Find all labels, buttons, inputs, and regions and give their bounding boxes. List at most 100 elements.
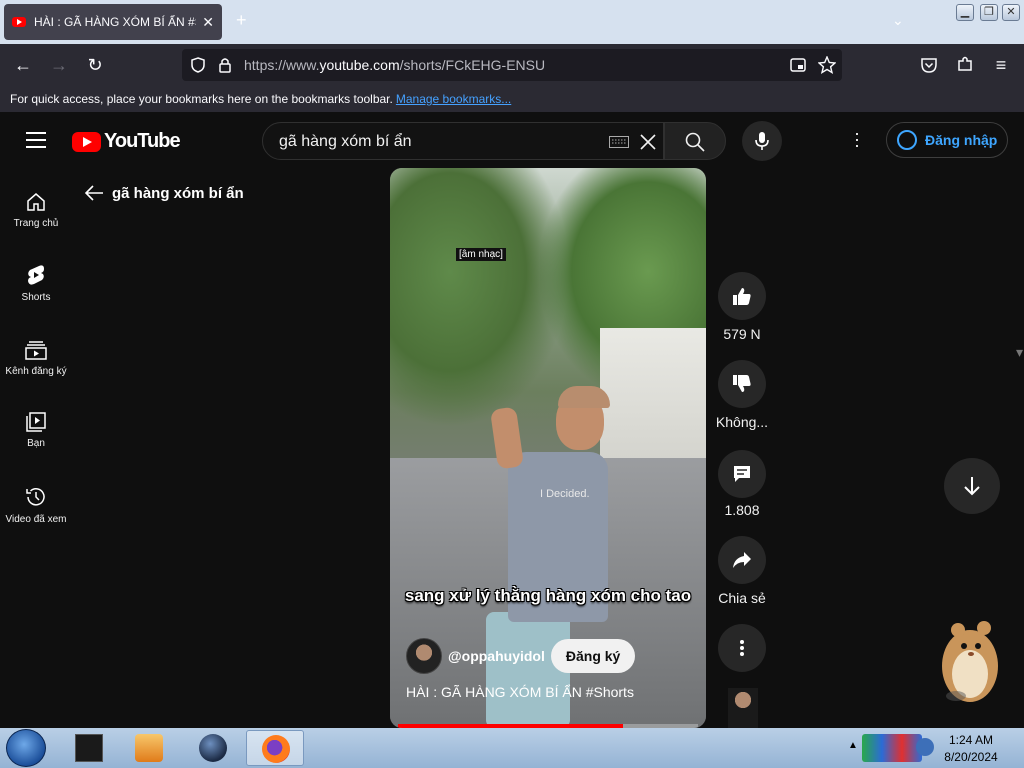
channel-row: @oppahuyidol Đăng ký [406,638,636,674]
home-icon [27,193,45,211]
bookmark-star-icon[interactable] [818,56,836,74]
like-count: 579 N [723,326,761,342]
browser-tab[interactable]: HÀI : GÃ HÀNG XÓM BÍ ẨN #Sh ✕ [4,4,222,40]
tab-close-icon[interactable]: ✕ [202,14,214,31]
channel-avatar[interactable] [406,638,442,674]
taskbar-app-media-player[interactable] [120,730,178,766]
sidebar-item-label: Trang chủ [13,218,59,229]
guide-menu-icon[interactable] [26,132,46,148]
minimize-button[interactable]: ▁ [956,4,974,21]
sidebar-item-label: Video đã xem [5,514,67,525]
new-tab-icon[interactable]: + [236,10,247,31]
sound-channel-thumbnail[interactable] [728,688,758,728]
subscriptions-icon [25,341,47,360]
comment-icon [734,466,750,482]
thumbs-down-icon [733,375,751,392]
youtube-favicon-icon [12,17,26,27]
sidebar-item-shorts[interactable]: Shorts [0,264,72,303]
sidebar-item-home[interactable]: Trang chủ [0,192,72,229]
tab-title: HÀI : GÃ HÀNG XÓM BÍ ẨN #Sh [34,15,197,29]
taskbar: ▲ 1:24 AM 8/20/2024 [0,728,1024,768]
logo-text: YouTube [104,130,181,152]
sidebar-item-subscriptions[interactable]: Kênh đăng ký [0,340,72,377]
account-icon [897,130,917,150]
media-player-icon [135,734,163,762]
hamster-sticker-icon [942,621,998,702]
music-caption-tag: [âm nhạc] [456,248,506,261]
clock-time[interactable]: 1:24 AM [926,733,1016,747]
sign-in-button[interactable]: Đăng nhập [886,122,1008,158]
search-icon [685,132,705,152]
taskbar-app-firefox[interactable] [246,730,304,766]
close-window-button[interactable]: ✕ [1002,4,1020,21]
comments-button[interactable] [718,450,766,498]
reload-icon[interactable]: ↻ [82,52,108,78]
browser-tab-strip: HÀI : GÃ HÀNG XÓM BÍ ẨN #Sh ✕ + ⌄ ▁ ❐ ✕ [0,0,1024,44]
video-frame-person [558,386,610,408]
taskbar-app-terminal[interactable] [60,730,118,766]
lock-icon[interactable] [218,57,232,73]
sidebar-item-label: Bạn [27,438,45,449]
url-text[interactable]: https://www.youtube.com/shorts/FCkEHG-EN… [244,57,545,73]
address-bar[interactable]: https://www.youtube.com/shorts/FCkEHG-EN… [182,49,842,81]
subscribe-button[interactable]: Đăng ký [550,639,636,673]
voice-search-button[interactable] [742,121,782,161]
comment-count: 1.808 [724,502,760,518]
restore-button[interactable]: ❐ [980,4,998,21]
forward-arrow-icon[interactable]: → [46,52,72,78]
taskbar-app-globe[interactable] [184,730,242,766]
clock-date[interactable]: 8/20/2024 [926,750,1016,764]
like-button[interactable] [718,272,766,320]
more-vertical-icon [740,640,744,656]
dislike-label: Không... [715,414,769,430]
shorts-video-player[interactable]: I Decided. [âm nhạc] sang xử lý thằng hà… [390,168,706,728]
sidebar-item-you[interactable]: Bạn [0,412,72,449]
bookmarks-message: For quick access, place your bookmarks h… [10,92,393,106]
back-arrow-icon[interactable] [84,184,104,202]
pocket-icon[interactable] [920,56,938,74]
more-options-icon[interactable]: · · · [852,124,862,154]
video-subtitle: sang xử lý thằng hàng xóm cho tao [404,586,692,605]
channel-name[interactable]: @oppahuyidol [448,648,545,664]
browser-toolbar: ← → ↻ https://www.youtube.com/shorts/FCk… [0,44,1024,86]
search-query[interactable]: gã hàng xóm bí ẩn [279,133,412,151]
history-icon [26,488,45,506]
back-query-label: gã hàng xóm bí ẩn [112,184,244,202]
share-label: Chia sẻ [718,590,766,606]
back-arrow-icon[interactable]: ← [10,52,36,78]
you-icon [26,412,46,432]
more-actions-button[interactable] [718,624,766,672]
tray-icons-group[interactable] [862,734,922,762]
globe-icon [199,734,227,762]
shield-icon[interactable] [190,57,206,73]
show-hidden-icons-icon[interactable]: ▲ [848,740,858,754]
shirt-print: I Decided. [540,488,590,500]
youtube-play-icon [72,131,101,152]
back-to-results[interactable]: gã hàng xóm bí ẩn [84,184,244,202]
sign-in-label: Đăng nhập [925,132,998,148]
shorts-icon [28,265,44,285]
video-title[interactable]: HÀI : GÃ HÀNG XÓM BÍ ẨN #Shorts [406,684,634,700]
sidebar-item-label: Shorts [21,292,51,303]
sidebar-item-history[interactable]: Video đã xem [0,486,72,525]
list-all-tabs-icon[interactable]: ⌄ [892,12,904,29]
share-icon [733,552,751,568]
extensions-icon[interactable] [956,55,974,73]
youtube-logo[interactable]: YouTube [72,130,181,153]
start-button[interactable] [6,729,46,767]
manage-bookmarks-link[interactable]: Manage bookmarks... [396,92,511,106]
search-input[interactable]: gã hàng xóm bí ẩn [262,122,664,160]
arrow-down-icon [964,477,980,496]
picture-in-picture-icon[interactable] [790,57,806,73]
hamburger-menu-icon[interactable]: ≡ [988,52,1014,78]
clear-search-icon[interactable] [639,133,657,151]
dislike-button[interactable] [718,360,766,408]
next-video-button[interactable] [944,458,1000,514]
share-button[interactable] [718,536,766,584]
search-button[interactable] [664,122,726,160]
terminal-icon [75,734,103,762]
youtube-page: YouTube gã hàng xóm bí ẩn · · · Đăng nhập [0,112,1024,728]
keyboard-icon[interactable] [609,136,629,148]
firefox-icon [262,735,290,763]
scroll-indicator-icon: ▾ [1016,344,1024,360]
